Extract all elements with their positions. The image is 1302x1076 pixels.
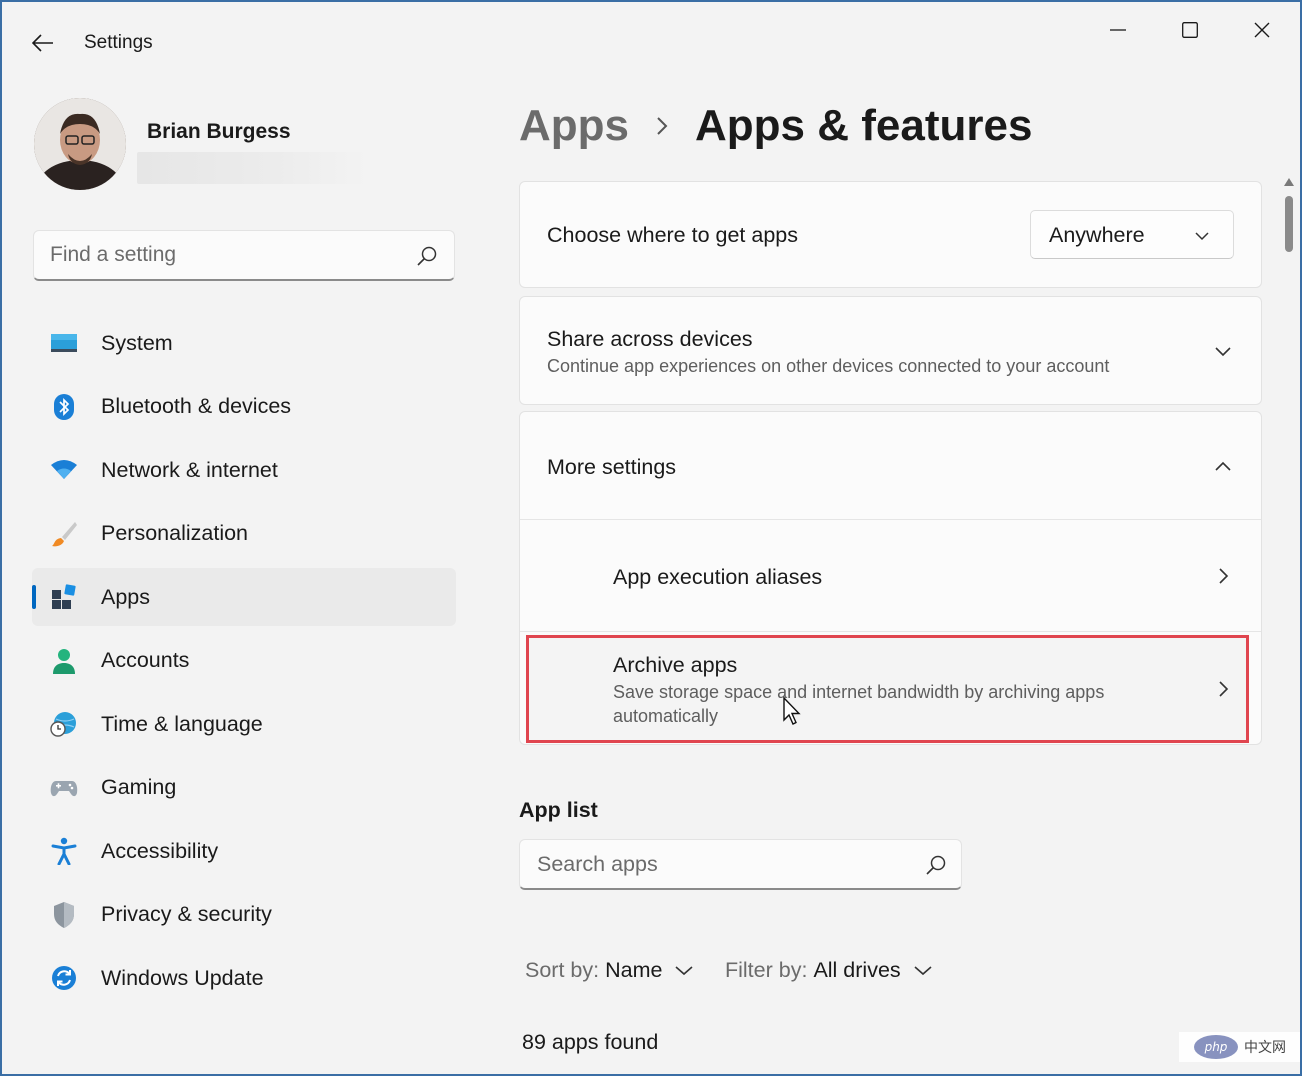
app-execution-aliases-label: App execution aliases	[613, 565, 823, 589]
sidebar-item-label: Privacy & security	[101, 902, 272, 926]
user-email-redacted	[137, 152, 367, 184]
sidebar-item-personalization[interactable]: Personalization	[32, 505, 456, 563]
back-arrow-icon	[32, 34, 53, 52]
sidebar-item-system[interactable]: System	[32, 314, 456, 372]
php-logo: php	[1194, 1035, 1238, 1059]
sidebar-item-accounts[interactable]: Accounts	[32, 632, 456, 690]
more-settings-title[interactable]: More settings	[547, 455, 676, 480]
apps-found-count: 89 apps found	[522, 1030, 659, 1054]
sidebar-item-label: Time & language	[101, 711, 263, 736]
bluetooth-icon	[50, 393, 78, 421]
sort-value: Name	[605, 957, 663, 982]
scroll-up-arrow-icon[interactable]	[1284, 178, 1294, 186]
sidebar-item-bluetooth[interactable]: Bluetooth & devices	[32, 378, 456, 436]
brush-icon	[50, 520, 78, 548]
app-search-input[interactable]	[520, 840, 961, 888]
user-photo	[34, 98, 126, 190]
maximize-icon	[1182, 22, 1198, 38]
sidebar-item-label: Accessibility	[101, 838, 219, 863]
share-across-devices-card[interactable]: Share across devices Continue app experi…	[519, 296, 1262, 405]
chevron-down-icon	[1195, 232, 1209, 241]
app-list-title: App list	[519, 798, 598, 822]
choose-source-label: Choose where to get apps	[547, 223, 798, 247]
filter-value: All drives	[813, 957, 901, 982]
sidebar-item-label: Gaming	[101, 775, 177, 799]
filter-dropdown[interactable]: Filter by: All drives	[725, 954, 933, 986]
sidebar-item-windows-update[interactable]: Windows Update	[32, 949, 456, 1007]
sidebar-item-accessibility[interactable]: Accessibility	[32, 822, 456, 880]
sort-dropdown[interactable]: Sort by: Name	[525, 954, 694, 986]
shield-icon	[50, 901, 78, 929]
app-source-value: Anywhere	[1049, 223, 1145, 247]
chevron-up-icon[interactable]	[1213, 457, 1233, 477]
search-icon[interactable]	[925, 854, 947, 876]
chevron-down-icon[interactable]	[1213, 341, 1233, 361]
app-execution-aliases-row[interactable]: App execution aliases	[520, 520, 1261, 630]
settings-search-box[interactable]	[33, 230, 455, 281]
breadcrumb: Apps Apps & features	[519, 96, 1032, 156]
selection-indicator	[32, 585, 36, 609]
back-button[interactable]	[26, 26, 60, 60]
watermark: php 中文网	[1179, 1032, 1300, 1062]
close-button[interactable]	[1234, 10, 1290, 50]
archive-apps-subtitle: Save storage space and internet bandwidt…	[613, 682, 1105, 702]
breadcrumb-parent[interactable]: Apps	[519, 101, 629, 151]
archive-apps-subtitle-2: automatically	[613, 706, 719, 726]
page-title: Apps & features	[695, 101, 1033, 150]
wifi-icon	[50, 456, 78, 484]
sidebar-item-label: Accounts	[101, 648, 190, 672]
apps-icon	[50, 583, 78, 611]
settings-search-input[interactable]	[34, 231, 454, 279]
chevron-right-icon	[1219, 681, 1229, 697]
chevron-down-icon	[914, 966, 932, 976]
mouse-cursor-icon	[783, 696, 801, 725]
search-icon[interactable]	[416, 245, 438, 267]
monitor-icon	[50, 329, 78, 357]
globe-clock-icon	[50, 710, 78, 738]
archive-apps-title: Archive apps	[613, 653, 738, 677]
share-title: Share across devices	[547, 327, 753, 351]
sidebar-item-label: Bluetooth & devices	[101, 394, 292, 418]
archive-apps-row[interactable]: Archive apps Save storage space and inte…	[526, 635, 1249, 743]
chevron-right-icon	[1219, 568, 1229, 584]
accessibility-icon	[50, 837, 78, 865]
chevron-right-icon	[629, 115, 695, 137]
title-bar: Settings	[2, 2, 1300, 82]
chevron-down-icon	[675, 966, 693, 976]
update-icon	[50, 964, 78, 992]
sidebar-item-label: Network & internet	[101, 457, 278, 482]
person-icon	[50, 647, 78, 675]
app-search-box[interactable]	[519, 839, 962, 890]
sidebar-item-apps[interactable]: Apps	[32, 568, 456, 626]
sidebar-item-privacy[interactable]: Privacy & security	[32, 886, 456, 944]
sort-label: Sort by:	[525, 957, 600, 982]
watermark-text: 中文网	[1244, 1039, 1286, 1055]
sidebar-item-label: System	[101, 330, 173, 355]
maximize-button[interactable]	[1162, 10, 1218, 50]
filter-label: Filter by:	[725, 957, 808, 982]
scroll-thumb[interactable]	[1285, 196, 1293, 252]
minimize-icon	[1110, 29, 1126, 31]
sidebar-nav: System Bluetooth & devices Network & int…	[32, 314, 456, 1013]
scrollbar[interactable]	[1280, 176, 1298, 1074]
divider	[520, 631, 1261, 632]
close-icon	[1254, 22, 1270, 38]
app-title: Settings	[84, 32, 153, 53]
sidebar-item-time-language[interactable]: Time & language	[32, 695, 456, 753]
sidebar-item-label: Windows Update	[101, 965, 264, 990]
minimize-button[interactable]	[1090, 10, 1146, 50]
app-source-dropdown[interactable]: Anywhere	[1030, 210, 1234, 259]
sidebar-item-label: Personalization	[101, 521, 249, 545]
gamepad-icon	[50, 774, 78, 802]
share-subtitle: Continue app experiences on other device…	[547, 356, 1110, 376]
avatar[interactable]	[34, 98, 126, 190]
user-name: Brian Burgess	[147, 120, 291, 143]
settings-window: Settings Brian Burgess Find a setting Sy…	[0, 0, 1302, 1076]
sidebar-item-gaming[interactable]: Gaming	[32, 759, 456, 817]
sidebar-item-network[interactable]: Network & internet	[32, 441, 456, 499]
sidebar-item-label: Apps	[101, 584, 151, 609]
